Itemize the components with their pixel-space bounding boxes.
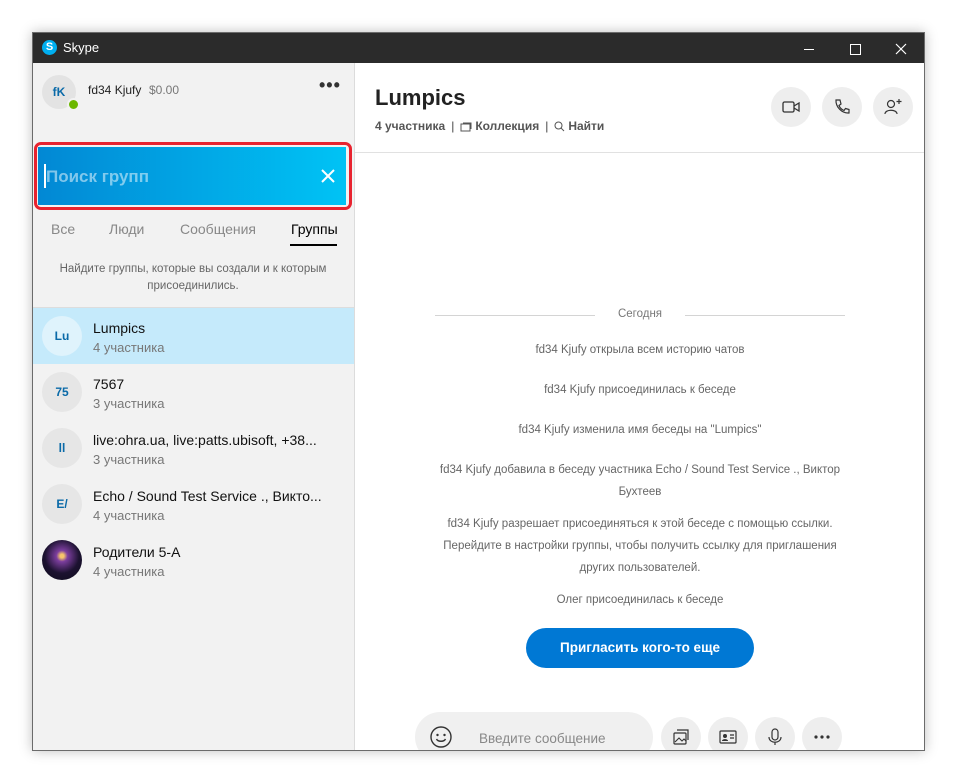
skype-window: S Skype fK fd34 Kjufy $0.00 ••• Все Люди… bbox=[32, 32, 925, 751]
chat-title[interactable]: Lumpics bbox=[375, 85, 465, 111]
search-icon bbox=[554, 121, 565, 132]
list-item[interactable]: E/ Echo / Sound Test Service ., Викто...… bbox=[33, 476, 354, 532]
window-close-button[interactable] bbox=[878, 33, 924, 63]
message-composer bbox=[415, 712, 653, 750]
add-people-icon bbox=[884, 99, 902, 115]
close-window-icon bbox=[895, 43, 907, 55]
minimize-icon bbox=[804, 48, 814, 50]
group-name: live:ohra.ua, live:patts.ubisoft, +38... bbox=[93, 432, 317, 448]
system-message: fd34 Kjufy открыла всем историю чатов bbox=[535, 344, 745, 356]
contact-card-icon bbox=[719, 730, 737, 744]
date-separator: Сегодня bbox=[435, 307, 845, 323]
system-message: fd34 Kjufy разрешает присоединяться к эт… bbox=[443, 518, 837, 574]
maximize-icon bbox=[849, 43, 861, 55]
group-members: 4 участника bbox=[93, 340, 165, 355]
invite-button[interactable]: Пригласить кого-то еще bbox=[526, 628, 754, 668]
message-input[interactable] bbox=[477, 727, 641, 749]
group-members: 4 участника bbox=[93, 564, 165, 579]
add-people-button[interactable] bbox=[873, 87, 913, 127]
chat-meta: 4 участника | Коллекция | Найти bbox=[375, 119, 604, 133]
group-name: Родители 5-А bbox=[93, 544, 181, 560]
filter-tabs: Все Люди Сообщения Группы bbox=[33, 219, 355, 249]
list-item[interactable]: 75 7567 3 участника bbox=[33, 364, 354, 420]
group-name: Echo / Sound Test Service ., Викто... bbox=[93, 488, 322, 504]
close-icon[interactable] bbox=[318, 166, 338, 186]
participants-link[interactable]: 4 участника bbox=[375, 119, 445, 133]
avatar: E/ bbox=[42, 484, 82, 524]
microphone-icon bbox=[768, 728, 782, 745]
date-label: Сегодня bbox=[617, 308, 663, 320]
profile-balance[interactable]: $0.00 bbox=[149, 83, 179, 97]
group-members: 4 участника bbox=[93, 508, 165, 523]
group-name: 7567 bbox=[93, 376, 125, 392]
group-members: 3 участника bbox=[93, 452, 165, 467]
list-item[interactable]: Родители 5-А 4 участника bbox=[33, 532, 354, 588]
system-message: Олег присоединилась к беседе bbox=[556, 594, 724, 606]
online-status-icon bbox=[67, 98, 80, 111]
maximize-button[interactable] bbox=[832, 33, 878, 63]
search-input[interactable] bbox=[44, 161, 308, 193]
window-title: Skype bbox=[63, 40, 100, 55]
media-gallery-button[interactable] bbox=[661, 717, 701, 750]
media-gallery-icon bbox=[673, 729, 689, 745]
group-list: Lu Lumpics 4 участника 75 7567 3 участни… bbox=[33, 307, 354, 588]
chat-panel: Lumpics 4 участника | Коллекция | Найти Сего… bbox=[355, 63, 924, 750]
group-name: Lumpics bbox=[93, 320, 146, 336]
microphone-button[interactable] bbox=[755, 717, 795, 750]
more-options-button[interactable] bbox=[802, 717, 842, 750]
audio-call-button[interactable] bbox=[822, 87, 862, 127]
left-panel: fK fd34 Kjufy $0.00 ••• Все Люди Сообщен… bbox=[33, 63, 355, 750]
profile-name[interactable]: fd34 Kjufy bbox=[88, 83, 141, 97]
gallery-icon bbox=[460, 122, 472, 132]
group-photo-avatar bbox=[42, 540, 82, 580]
separator: | bbox=[451, 119, 455, 133]
collection-link[interactable]: Коллекция bbox=[475, 119, 539, 133]
tab-people[interactable]: Люди bbox=[109, 221, 144, 237]
skype-logo-icon: S bbox=[42, 40, 57, 55]
profile-more-button[interactable]: ••• bbox=[319, 75, 341, 96]
tab-messages[interactable]: Сообщения bbox=[180, 221, 256, 237]
avatar: ll bbox=[42, 428, 82, 468]
audio-call-icon bbox=[835, 99, 850, 114]
video-call-icon bbox=[782, 101, 800, 113]
separator: | bbox=[545, 119, 549, 133]
groups-hint: Найдите группы, которые вы создали и к к… bbox=[59, 263, 327, 292]
contact-card-button[interactable] bbox=[708, 717, 748, 750]
tab-groups[interactable]: Группы bbox=[291, 221, 338, 237]
find-link[interactable]: Найти bbox=[568, 119, 604, 133]
text-cursor bbox=[44, 164, 46, 188]
title-bar: S Skype bbox=[33, 33, 924, 63]
group-members: 3 участника bbox=[93, 396, 165, 411]
more-icon bbox=[814, 735, 830, 739]
list-item[interactable]: ll live:ohra.ua, live:patts.ubisoft, +38… bbox=[33, 420, 354, 476]
system-message: fd34 Kjufy добавила в беседу участника E… bbox=[439, 464, 841, 498]
list-item[interactable]: Lu Lumpics 4 участника bbox=[33, 308, 354, 364]
system-message: fd34 Kjufy присоединилась к беседе bbox=[544, 384, 736, 396]
minimize-button[interactable] bbox=[786, 33, 832, 63]
tab-all[interactable]: Все bbox=[51, 221, 75, 237]
header-divider bbox=[355, 152, 924, 153]
avatar: Lu bbox=[42, 316, 82, 356]
system-message: fd34 Kjufy изменила имя беседы на "Lumpi… bbox=[518, 424, 762, 436]
emoji-icon[interactable] bbox=[429, 725, 453, 749]
avatar: 75 bbox=[42, 372, 82, 412]
video-call-button[interactable] bbox=[771, 87, 811, 127]
search-box bbox=[38, 147, 346, 205]
active-tab-indicator bbox=[290, 244, 337, 246]
